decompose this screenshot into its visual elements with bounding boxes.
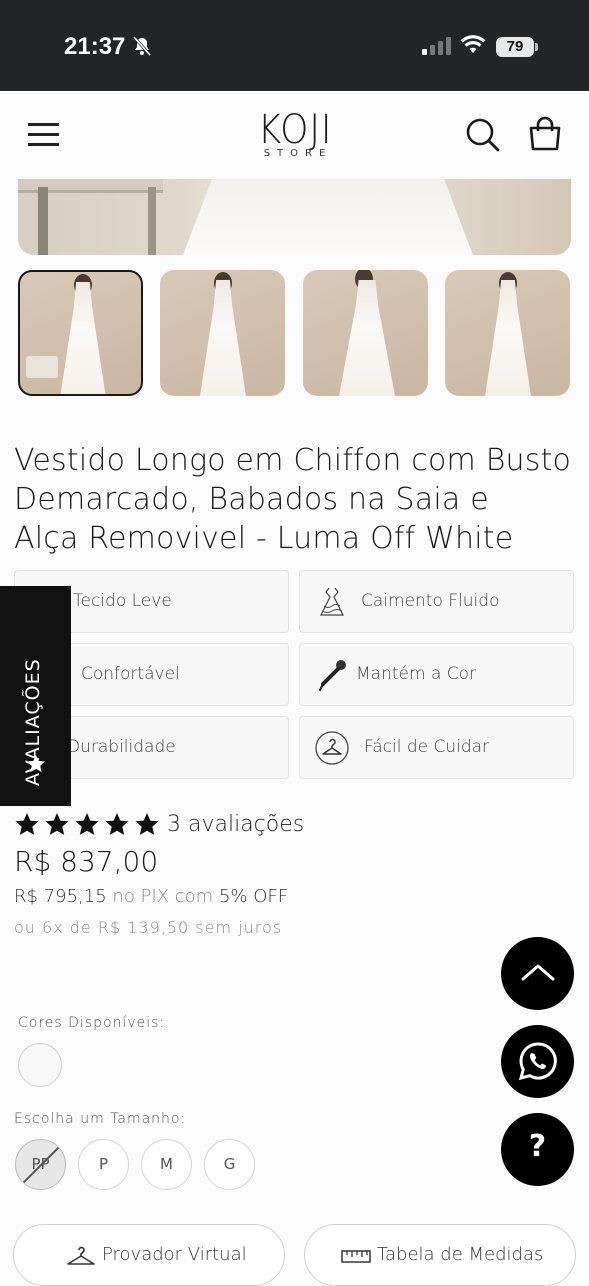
product-title-line: Alça Removivel - Luma Off White [14,521,514,556]
image-model-dress [60,282,106,394]
size-option-g[interactable]: G [204,1139,255,1190]
search-icon[interactable] [465,117,501,153]
rating-stars[interactable] [14,812,162,838]
cellular-signal-icon [422,37,451,55]
installments: ou 6x de R$ 139,50 sem juros [14,918,283,937]
pix-discount: 5% OFF [218,886,289,907]
size-chart-label: Tabela de Medidas [377,1244,544,1265]
menu-icon-bar [28,133,59,136]
logo-wordmark: KOJI [257,107,333,153]
image-stool [26,356,58,378]
feature-mantem-a-cor: Mantém a Cor [299,643,574,706]
status-bar: 21:37 79 [0,0,589,91]
feature-label: Fácil de Cuidar [364,737,490,757]
image-dress [183,179,473,255]
unavailable-slash [18,1142,64,1188]
color-swatch-off-white[interactable] [18,1043,62,1087]
colors-label: Cores Disponíveis: [18,1015,166,1031]
star-icon [27,755,45,773]
feature-label: Tecido Leve [73,591,172,611]
star-icon [135,813,159,835]
menu-icon [28,123,59,126]
feature-facil-de-cuidar: Fácil de Cuidar [299,716,574,779]
dress-icon [320,587,344,616]
ruler-icon [341,1250,371,1263]
pix-price-value: R$ 795,15 [14,886,107,907]
battery-tip [535,43,538,51]
image-model-dress [339,280,395,396]
thumbnail-2[interactable] [160,270,285,396]
pix-price-middle: no PIX com [112,886,214,907]
menu-icon-bar [28,143,59,146]
feature-label: Mantém a Cor [356,664,477,684]
star-icon [15,813,39,835]
size-chart-button[interactable]: Tabela de Medidas [304,1224,576,1286]
clock: 21:37 [64,33,126,60]
reviews-count[interactable]: 3 avaliações [167,812,304,837]
hanger-icon [315,731,349,765]
feature-label: Durabilidade [67,737,176,757]
whatsapp-icon [518,1042,557,1081]
size-option-p[interactable]: P [78,1139,129,1190]
battery-indicator: 79 [496,37,534,57]
pix-price: R$ 795,15 no PIX com 5% OFF [14,886,288,907]
product-main-image[interactable] [18,179,571,255]
wifi-icon [460,35,486,53]
image-model-dress [200,280,246,396]
product-title-line: Vestido Longo em Chiffon com Busto [14,443,572,478]
dropper-icon [319,660,346,691]
size-option-pp[interactable]: PP [15,1139,66,1190]
star-icon [45,813,69,835]
product-price: R$ 837,00 [14,845,159,878]
size-option-m[interactable]: M [141,1139,192,1190]
help-icon: ? [528,1129,547,1164]
shopping-bag-icon[interactable] [527,116,563,152]
thumbnail-4[interactable] [445,270,570,396]
feature-caimento-fluido: Caimento Fluido [299,570,574,633]
scroll-top-button[interactable] [501,937,574,1010]
help-button[interactable]: ? [501,1113,574,1186]
virtual-try-on-label: Provador Virtual [102,1244,247,1265]
site-header: KOJI STORE [0,91,589,179]
whatsapp-button[interactable] [501,1025,574,1098]
silent-bell-icon [132,36,152,56]
star-icon [105,813,129,835]
image-table-leg [148,187,156,255]
logo[interactable]: KOJI STORE [240,109,350,165]
virtual-try-on-button[interactable]: Provador Virtual [13,1224,285,1286]
thumbnail-1[interactable] [18,270,143,396]
image-table-leg [38,187,48,255]
star-icon [75,813,99,835]
thumbnail-gallery [18,270,571,396]
menu-button[interactable] [28,121,60,147]
feature-label: Confortável [81,664,180,684]
image-model-dress [485,280,531,396]
sizes-label: Escolha um Tamanho: [14,1111,187,1127]
feature-label: Caimento Fluido [361,591,500,611]
thumbnail-3[interactable] [303,270,428,396]
chevron-up-icon [521,964,555,981]
hanger-icon [67,1246,95,1265]
product-title: Vestido Longo em Chiffon com Busto Demar… [14,441,574,558]
product-title-line: Demarcado, Babados na Saia e [14,482,489,517]
